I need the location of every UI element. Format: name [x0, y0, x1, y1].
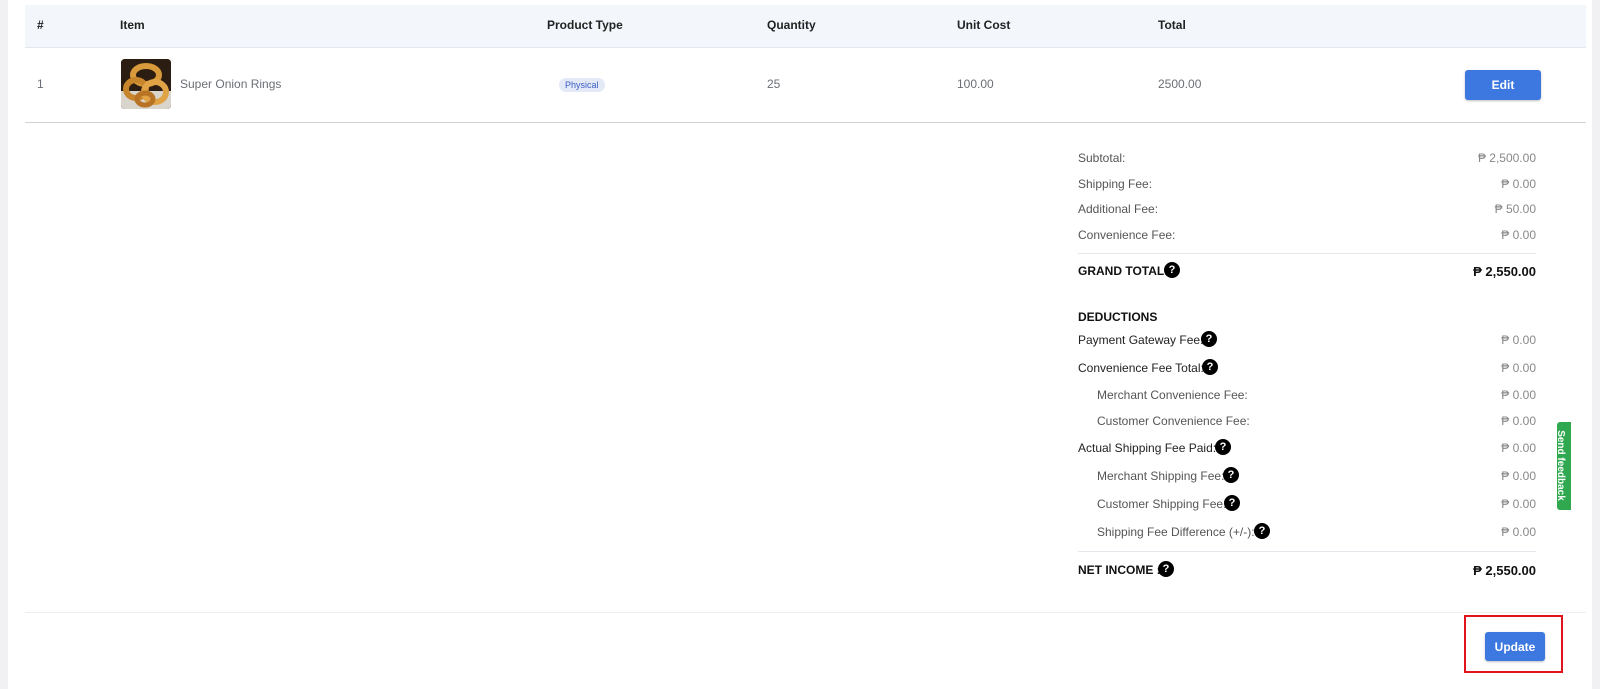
convenience-fee-value: ₱ 0.00: [1501, 228, 1536, 242]
grand-total-value: ₱ 2,550.00: [1473, 264, 1536, 279]
table-header: # Item Product Type Quantity Unit Cost T…: [25, 5, 1586, 48]
help-icon[interactable]: ?: [1215, 439, 1231, 455]
payment-gateway-fee-label: Payment Gateway Fee:: [1078, 333, 1204, 347]
payment-gateway-fee-value: ₱ 0.00: [1501, 333, 1536, 347]
convenience-fee-total-label: Convenience Fee Total:: [1078, 361, 1204, 375]
header-item: Item: [120, 18, 145, 32]
convenience-fee-total-row: Convenience Fee Total: ? ₱ 0.00: [1078, 359, 1536, 381]
help-icon[interactable]: ?: [1202, 359, 1218, 375]
footer-divider: [25, 612, 1586, 613]
additional-fee-label: Additional Fee:: [1078, 202, 1159, 216]
convenience-fee-label: Convenience Fee:: [1078, 228, 1176, 242]
customer-convenience-fee-row: Customer Convenience Fee: ₱ 0.00: [1078, 414, 1536, 434]
customer-shipping-fee-row: Customer Shipping Fee: ? ₱ 0.00: [1078, 495, 1536, 517]
header-product-type: Product Type: [547, 18, 623, 32]
shipping-fee-difference-value: ₱ 0.00: [1501, 525, 1536, 539]
table-row: 1 Super Onion Rings Physical 25 100.00 2…: [25, 48, 1586, 123]
order-details-page: # Item Product Type Quantity Unit Cost T…: [8, 0, 1592, 689]
row-total: 2500.00: [1158, 77, 1202, 91]
net-income-label: NET INCOME :: [1078, 563, 1161, 577]
customer-convenience-fee-label: Customer Convenience Fee:: [1097, 414, 1250, 428]
grand-total-label: GRAND TOTAL:: [1078, 264, 1169, 278]
row-unit-cost: 100.00: [957, 77, 994, 91]
shipping-fee-difference-row: Shipping Fee Difference (+/-): ? ₱ 0.00: [1078, 523, 1536, 545]
shipping-fee-row: Shipping Fee: ₱ 0.00: [1078, 177, 1536, 197]
net-income-value: ₱ 2,550.00: [1473, 563, 1536, 578]
summary-divider: [1078, 551, 1536, 552]
customer-convenience-fee-value: ₱ 0.00: [1501, 414, 1536, 428]
merchant-shipping-fee-value: ₱ 0.00: [1501, 469, 1536, 483]
payment-gateway-fee-row: Payment Gateway Fee: ? ₱ 0.00: [1078, 331, 1536, 353]
header-unit-cost: Unit Cost: [957, 18, 1011, 32]
send-feedback-label: Send feedback: [1557, 430, 1566, 501]
actual-shipping-fee-paid-label: Actual Shipping Fee Paid:: [1078, 441, 1217, 455]
help-icon[interactable]: ?: [1158, 561, 1174, 577]
merchant-shipping-fee-label: Merchant Shipping Fee:: [1097, 469, 1225, 483]
product-thumbnail: [121, 59, 171, 109]
edit-button[interactable]: Edit: [1465, 70, 1541, 100]
shipping-fee-value: ₱ 0.00: [1501, 177, 1536, 191]
header-number: #: [37, 18, 44, 32]
additional-fee-value: ₱ 50.00: [1494, 202, 1536, 216]
shipping-fee-difference-label: Shipping Fee Difference (+/-):: [1097, 525, 1255, 539]
header-quantity: Quantity: [767, 18, 816, 32]
grand-total-row: GRAND TOTAL: ? ₱ 2,550.00: [1078, 262, 1536, 284]
help-icon[interactable]: ?: [1224, 495, 1240, 511]
customer-shipping-fee-label: Customer Shipping Fee:: [1097, 497, 1227, 511]
summary-divider: [1078, 253, 1536, 254]
row-quantity: 25: [767, 77, 781, 91]
product-type-badge: Physical: [559, 78, 605, 92]
help-icon[interactable]: ?: [1254, 523, 1270, 539]
merchant-convenience-fee-label: Merchant Convenience Fee:: [1097, 388, 1248, 402]
onion-rings-image: [121, 59, 171, 109]
merchant-convenience-fee-value: ₱ 0.00: [1501, 388, 1536, 402]
shipping-fee-label: Shipping Fee:: [1078, 177, 1153, 191]
send-feedback-tab[interactable]: Send feedback: [1557, 422, 1571, 510]
subtotal-row: Subtotal: ₱ 2,500.00: [1078, 151, 1536, 171]
update-highlight-box: [1464, 615, 1563, 673]
convenience-fee-total-value: ₱ 0.00: [1501, 361, 1536, 375]
additional-fee-row: Additional Fee: ₱ 50.00: [1078, 202, 1536, 222]
subtotal-label: Subtotal:: [1078, 151, 1126, 165]
deductions-heading-row: DEDUCTIONS: [1078, 310, 1536, 330]
item-name: Super Onion Rings: [180, 77, 282, 91]
help-icon[interactable]: ?: [1201, 331, 1217, 347]
help-icon[interactable]: ?: [1223, 467, 1239, 483]
deductions-heading: DEDUCTIONS: [1078, 310, 1158, 324]
help-icon[interactable]: ?: [1164, 262, 1180, 278]
subtotal-value: ₱ 2,500.00: [1477, 151, 1536, 165]
row-number: 1: [37, 77, 44, 91]
merchant-shipping-fee-row: Merchant Shipping Fee: ? ₱ 0.00: [1078, 467, 1536, 489]
convenience-fee-row: Convenience Fee: ₱ 0.00: [1078, 228, 1536, 248]
actual-shipping-fee-paid-value: ₱ 0.00: [1501, 441, 1536, 455]
actual-shipping-fee-paid-row: Actual Shipping Fee Paid: ? ₱ 0.00: [1078, 439, 1536, 461]
customer-shipping-fee-value: ₱ 0.00: [1501, 497, 1536, 511]
net-income-row: NET INCOME : ? ₱ 2,550.00: [1078, 561, 1536, 583]
merchant-convenience-fee-row: Merchant Convenience Fee: ₱ 0.00: [1078, 388, 1536, 408]
header-total: Total: [1158, 18, 1186, 32]
order-items-table: # Item Product Type Quantity Unit Cost T…: [25, 5, 1586, 123]
